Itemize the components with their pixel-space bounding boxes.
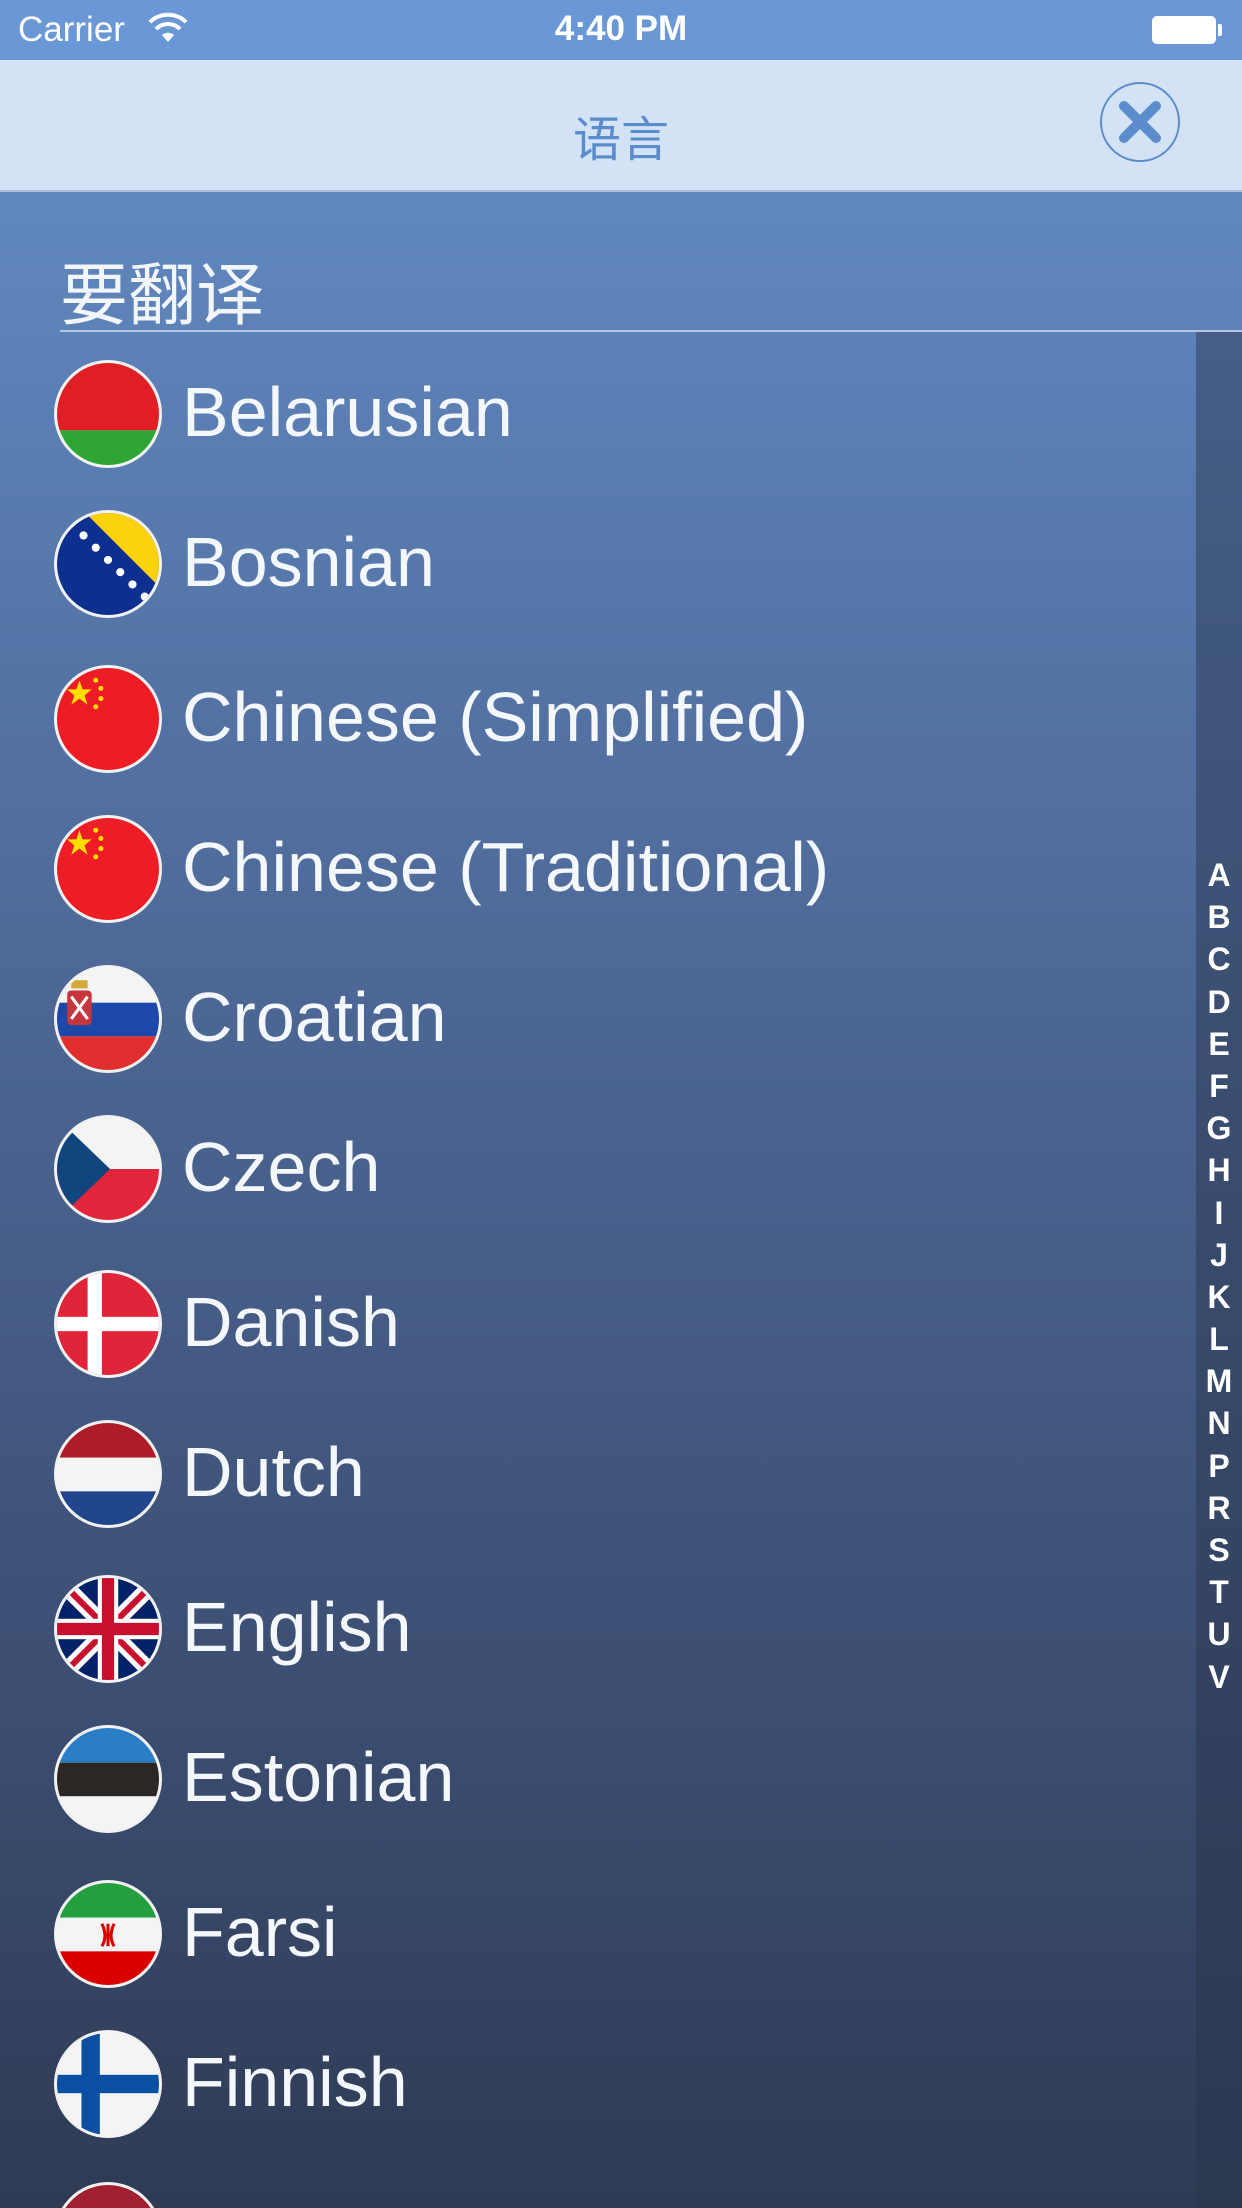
list-item-label: English [182,1588,412,1666]
denmark-flag-icon [54,1270,162,1378]
list-item-farsi[interactable]: Farsi [0,1852,1196,2002]
language-picker-screen: Carrier 4:40 PM 语言 要翻译 Belarusian Bosnia… [0,0,1242,2208]
close-icon [1119,101,1161,143]
list-item-chinese-simplified[interactable]: Chinese (Simplified) [0,637,1196,787]
estonia-flag-icon [54,1725,162,1833]
index-letter-b[interactable]: B [1196,896,1242,938]
iran-flag-icon [54,1880,162,1988]
index-letter-k[interactable]: K [1196,1276,1242,1318]
list-item-label: Chinese (Simplified) [182,678,809,756]
list-item-finnish[interactable]: Finnish [0,2002,1196,2152]
section-header: 要翻译 [60,258,265,334]
list-item-label: Chinese (Traditional) [182,828,830,906]
list-item-label: Bosnian [182,523,435,601]
china-flag-icon [54,665,162,773]
index-letter-h[interactable]: H [1196,1149,1242,1191]
czech-flag-icon [54,1115,162,1223]
list-item-label: Estonian [182,1738,455,1816]
china-flag-icon [54,815,162,923]
list-item-label: Czech [182,1128,381,1206]
serbia-flag-icon [54,965,162,1073]
index-letter-e[interactable]: E [1196,1023,1242,1065]
list-item-english[interactable]: English [0,1547,1196,1697]
clock: 4:40 PM [554,9,688,48]
battery-icon [1152,16,1216,44]
index-letter-p[interactable]: P [1196,1445,1242,1487]
belarus-flag-icon [54,360,162,468]
index-letter-g[interactable]: G [1196,1107,1242,1149]
list-item-bosnian[interactable]: Bosnian [0,482,1196,632]
list-item-estonian[interactable]: Estonian [0,1697,1196,1847]
index-letter-c[interactable]: C [1196,938,1242,980]
index-letter-a[interactable]: A [1196,854,1242,896]
list-item-label: Dutch [182,1433,365,1511]
list-item-dutch[interactable]: Dutch [0,1392,1196,1542]
list-item-croatian[interactable]: Croatian [0,937,1196,1087]
index-letter-d[interactable]: D [1196,981,1242,1023]
index-letter-t[interactable]: T [1196,1571,1242,1613]
list-item-czech[interactable]: Czech [0,1087,1196,1237]
index-letter-f[interactable]: F [1196,1065,1242,1107]
index-letter-n[interactable]: N [1196,1402,1242,1444]
netherlands-flag-icon [54,1420,162,1528]
battery-tip [1218,24,1222,36]
page-title: 语言 [572,114,669,167]
index-letter-l[interactable]: L [1196,1318,1242,1360]
list-item-label: Belarusian [182,373,513,451]
index-letter-u[interactable]: U [1196,1613,1242,1655]
list-item-label: Finnish [182,2043,408,2121]
list-item-danish[interactable]: Danish [0,1242,1196,1392]
list-item-label: Croatian [182,978,447,1056]
list-item-label: Farsi [182,1893,338,1971]
index-letter-s[interactable]: S [1196,1529,1242,1571]
index-letter-m[interactable]: M [1196,1360,1242,1402]
index-letter-i[interactable]: I [1196,1192,1242,1234]
index-letter-r[interactable]: R [1196,1487,1242,1529]
flag-icon [54,2182,162,2208]
index-letter-v[interactable]: V [1196,1656,1242,1698]
bosnia-flag-icon [54,510,162,618]
finland-flag-icon [54,2030,162,2138]
index-letter-j[interactable]: J [1196,1234,1242,1276]
nav-bar: 语言 [0,60,1242,192]
uk-flag-icon [54,1575,162,1683]
section-index[interactable]: A B C D E F G H I J K L M N P R S T U V [1196,854,1242,1698]
list-item-belarusian[interactable]: Belarusian [0,332,1196,482]
list-item-partial[interactable] [0,2154,1196,2208]
status-bar: Carrier 4:40 PM [0,0,1242,60]
list-item-chinese-traditional[interactable]: Chinese (Traditional) [0,787,1196,937]
close-button[interactable] [1100,82,1180,162]
list-item-label: Danish [182,1283,400,1361]
